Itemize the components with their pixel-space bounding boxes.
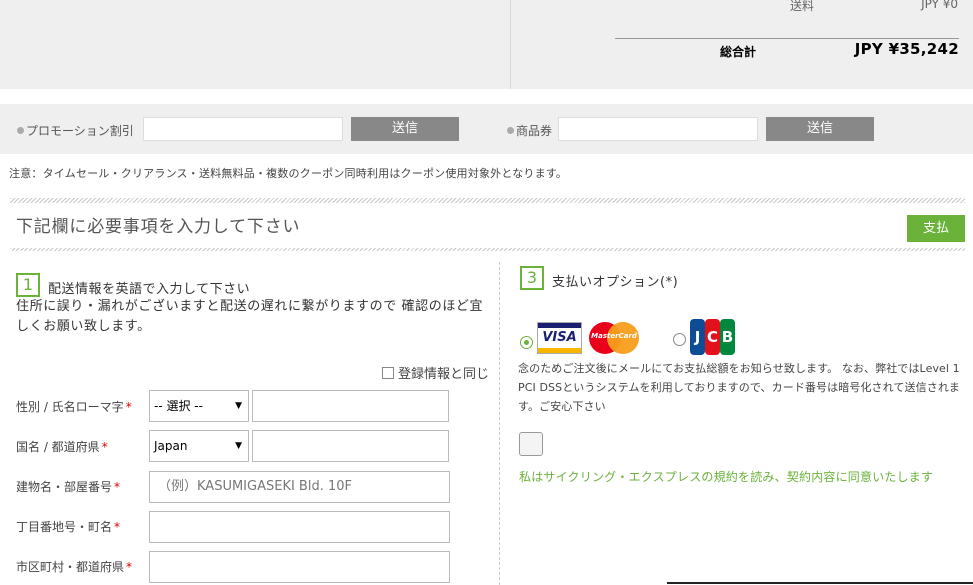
column-divider (499, 262, 500, 585)
country-label: 国名 / 都道府県 * (16, 440, 108, 454)
payment-description: 念のためご注文後にメールにてお支払総額をお知らせ致します。 なお、弊社ではLev… (518, 362, 961, 413)
required-mark: * (114, 520, 121, 534)
bullet-icon (507, 127, 514, 134)
shipping-step-title: 配送情報を英語で入力して下さい (48, 282, 251, 297)
promo-submit-button[interactable]: 送信 (351, 117, 459, 141)
required-mark: * (101, 440, 108, 454)
agree-terms-label[interactable]: 私はサイクリング・エクスプレスの規約を読み、契約内容に同意いたします (519, 468, 933, 485)
city-label: 市区町村・都道府県 * (16, 560, 133, 574)
prefecture-input[interactable] (252, 430, 449, 462)
name-input[interactable] (252, 390, 449, 422)
voucher-label: 商品券 (507, 122, 552, 139)
card-visa-mc-radio[interactable] (520, 336, 533, 349)
bottom-rule (667, 582, 973, 584)
required-mark: * (125, 400, 132, 414)
coupon-notice: 注意：タイムセール・クリアランス・送料無料品・複数のクーポン同時利用はクーポン使… (9, 167, 568, 180)
required-mark: * (114, 480, 121, 494)
coupon-bar: プロモーション割引 送信 商品券 送信 (0, 104, 973, 154)
mastercard-icon: MasterCard (589, 322, 639, 354)
title-select[interactable]: -- 選択 -- ▼ (149, 390, 249, 422)
street-label: 丁目番地号・町名 * (16, 520, 121, 534)
pay-button[interactable]: 支払 (907, 215, 965, 242)
payment-step-title: 支払いオプション(*) (552, 275, 679, 290)
city-input[interactable] (149, 551, 450, 583)
required-mark: * (126, 560, 133, 574)
shipping-step-description: 住所に誤り・漏れがございますと配送の遅れに繋がりますので 確認のほど宜しくお願い… (16, 299, 484, 334)
agree-terms-checkbox[interactable] (519, 432, 543, 456)
country-select[interactable]: Japan ▼ (149, 430, 249, 462)
caret-down-icon: ▼ (235, 401, 242, 411)
voucher-submit-button[interactable]: 送信 (766, 117, 874, 141)
bullet-icon (17, 127, 24, 134)
hatched-divider (10, 198, 965, 203)
page-title: 下記欄に必要事項を入力して下さい (16, 217, 301, 237)
total-value: JPY ¥35,242 (854, 40, 959, 58)
street-input[interactable] (149, 511, 450, 543)
shipping-label: 送料 (790, 0, 815, 13)
card-jcb-radio[interactable] (673, 333, 686, 346)
name-label: 性別 / 氏名ローマ字 * (16, 400, 132, 414)
promo-code-input[interactable] (143, 117, 343, 141)
caret-down-icon: ▼ (235, 441, 242, 451)
order-summary: 送料 JPY ¥0 総合計 JPY ¥35,242 (0, 0, 973, 89)
total-label: 総合計 (720, 45, 757, 59)
total-divider (615, 38, 959, 39)
same-as-registered-label: 登録情報と同じ (397, 367, 489, 382)
summary-divider (510, 0, 511, 89)
visa-icon: VISA (537, 322, 582, 354)
hatched-divider (10, 248, 965, 251)
step-3-badge: 3 (520, 266, 544, 290)
building-input[interactable]: （例）KASUMIGASEKI Bld. 10F (149, 471, 450, 503)
voucher-code-input[interactable] (558, 117, 758, 141)
checkbox-icon[interactable] (381, 366, 394, 379)
building-label: 建物名・部屋番号 * (16, 480, 121, 494)
step-1-badge: 1 (16, 273, 40, 297)
promo-label: プロモーション割引 (17, 122, 134, 139)
shipping-value: JPY ¥0 (921, 0, 958, 11)
same-as-registered-checkbox[interactable]: 登録情報と同じ (381, 363, 489, 382)
jcb-icon: JCB (690, 319, 736, 355)
